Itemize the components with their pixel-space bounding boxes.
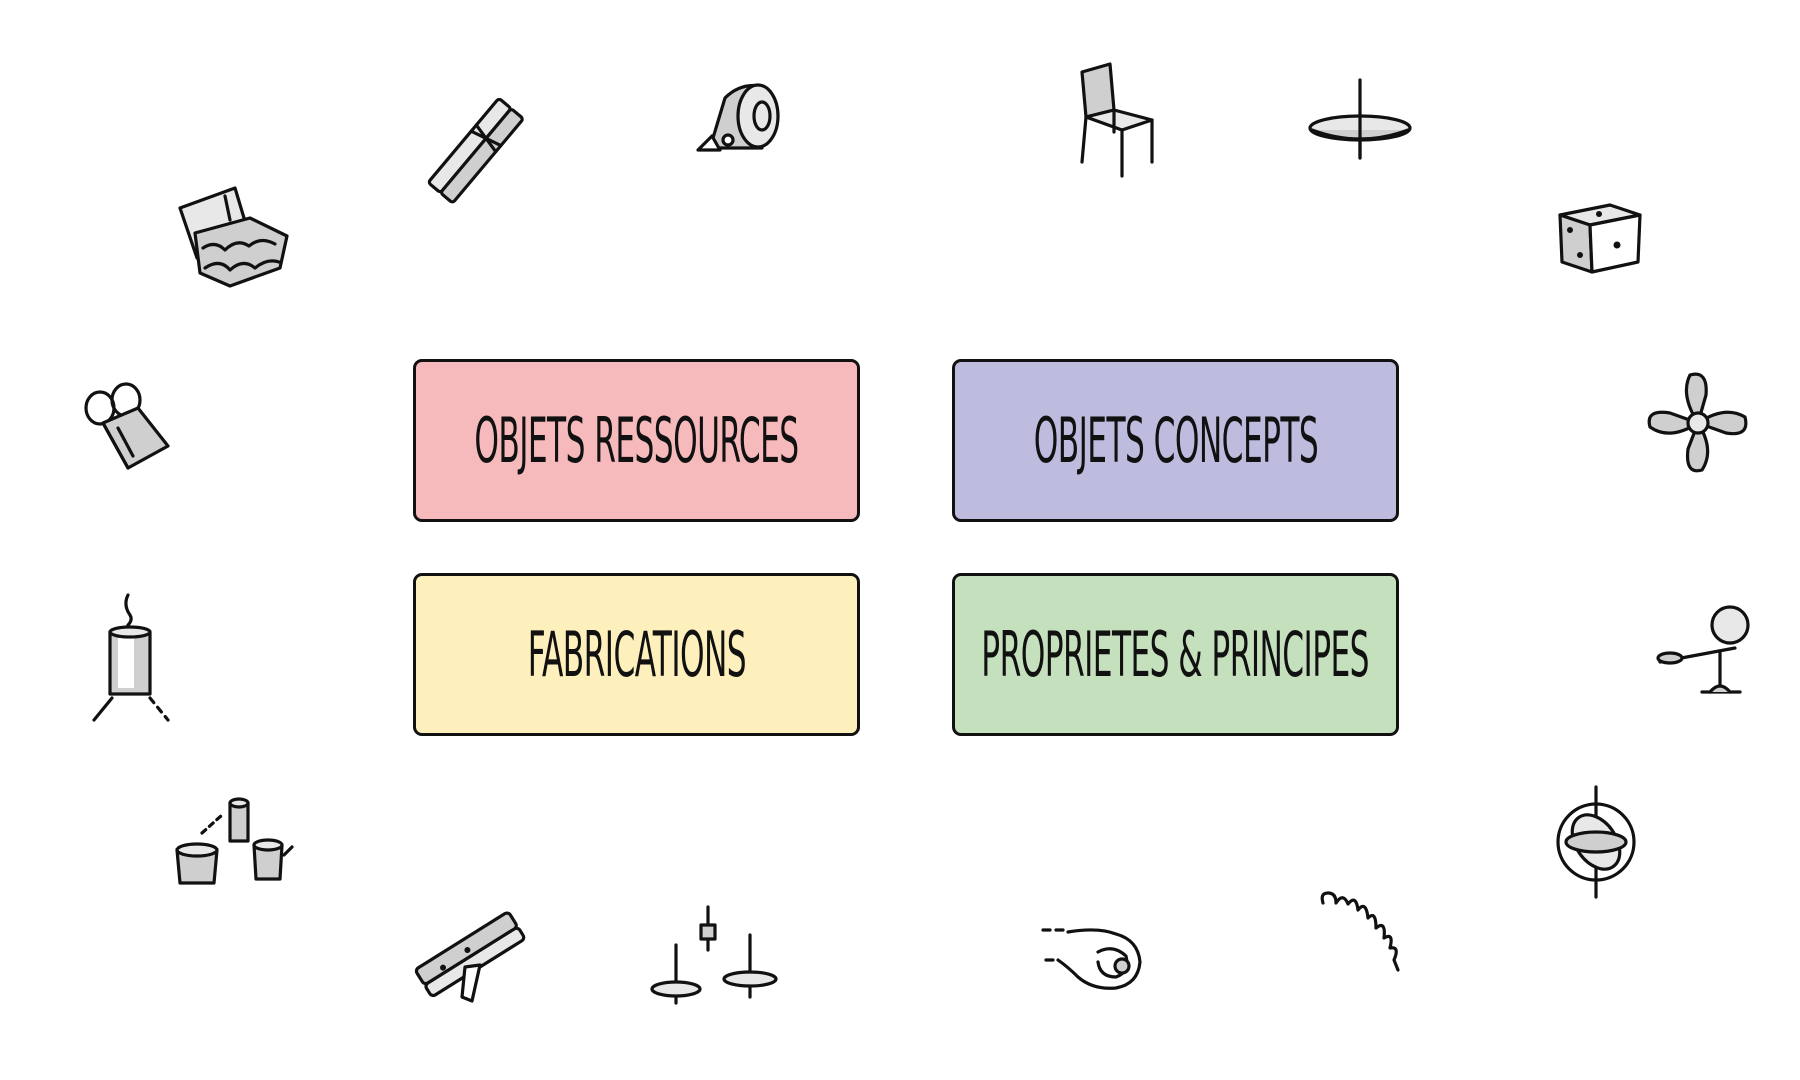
- propeller-icon: [1640, 365, 1755, 485]
- canvas: OBJETS RESSOURCES OBJETS CONCEPTS FABRIC…: [0, 0, 1800, 1080]
- balance-scale-icon: [1650, 600, 1760, 705]
- spinning-tops-icon: [650, 905, 780, 1010]
- objets-concepts-label: OBJETS CONCEPTS: [1033, 404, 1318, 477]
- dice-icon: [1555, 200, 1645, 285]
- objets-concepts-button[interactable]: OBJETS CONCEPTS: [952, 359, 1399, 522]
- hand-marble-icon: [1038, 922, 1148, 1007]
- clothespin-launcher-icon: [410, 905, 526, 1010]
- tape-measure-icon: [690, 78, 790, 163]
- chair-icon: [1070, 62, 1170, 187]
- proprietes-principes-button[interactable]: PROPRIETES & PRINCIPES: [952, 573, 1399, 736]
- spinning-top-disc-icon: [1300, 78, 1420, 173]
- spring-icon: [1318, 888, 1403, 983]
- fabrications-button[interactable]: FABRICATIONS: [413, 573, 860, 736]
- egg-carton-icon: [175, 178, 295, 298]
- proprietes-principes-label: PROPRIETES & PRINCIPES: [981, 618, 1370, 691]
- binder-clip-icon: [78, 378, 178, 483]
- objets-ressources-button[interactable]: OBJETS RESSOURCES: [413, 359, 860, 522]
- candle-can-icon: [88, 590, 178, 730]
- fabrications-label: FABRICATIONS: [527, 618, 746, 691]
- gyroscope-icon: [1550, 785, 1640, 905]
- tin-can-phone-icon: [172, 795, 297, 900]
- clothespin-icon: [420, 90, 530, 215]
- objets-ressources-label: OBJETS RESSOURCES: [474, 404, 799, 477]
